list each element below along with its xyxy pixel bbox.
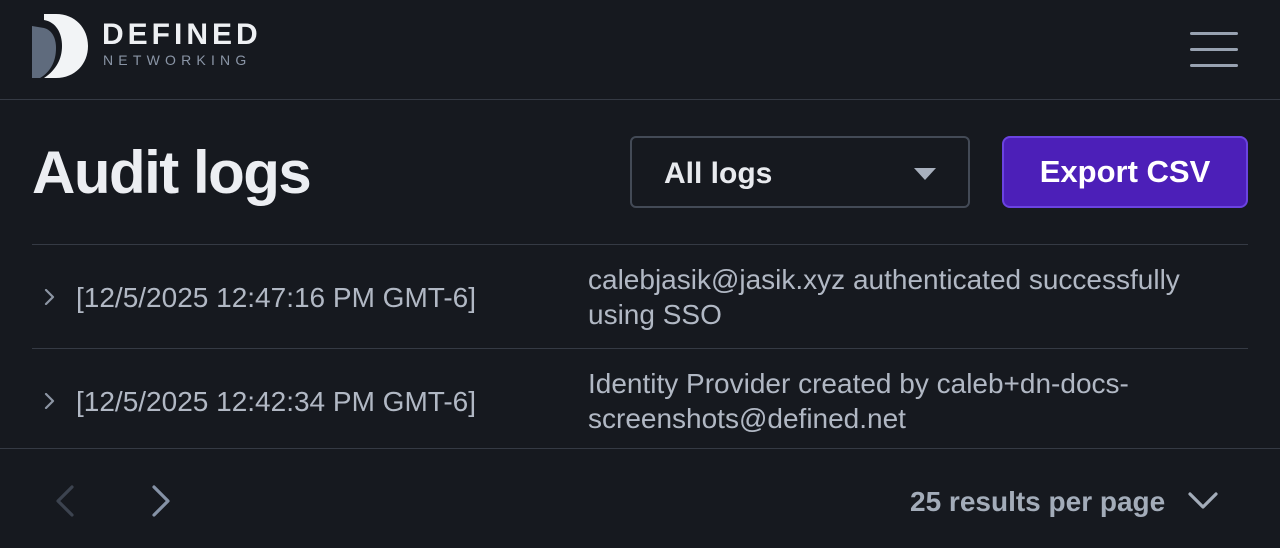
log-message: Identity Provider created by caleb+dn-do… [588,368,1129,434]
log-row[interactable]: [12/5/2025 12:47:16 PM GMT-6] calebjasik… [32,245,1248,349]
audit-log-list: [12/5/2025 12:47:16 PM GMT-6] calebjasik… [32,244,1248,453]
log-row[interactable]: [12/5/2025 12:42:34 PM GMT-6] Identity P… [32,349,1248,453]
brand-subname: NETWORKING [103,52,252,68]
log-timestamp: [12/5/2025 12:47:16 PM GMT-6] [76,282,477,313]
hamburger-menu-icon[interactable] [1186,28,1242,70]
chevron-left-icon[interactable] [50,481,82,521]
pagination-bar: 25 results per page [0,448,1280,548]
caret-down-icon [914,168,936,180]
expand-chevron-icon[interactable] [42,289,58,305]
expand-chevron-icon[interactable] [42,393,58,409]
export-csv-button[interactable]: Export CSV [1002,136,1248,208]
log-filter-value: All logs [664,157,773,190]
log-filter-select[interactable]: All logs [630,136,970,208]
defined-logo-mark-icon [32,14,88,78]
chevron-right-icon[interactable] [144,481,176,521]
log-timestamp: [12/5/2025 12:42:34 PM GMT-6] [76,386,477,417]
defined-networking-logo[interactable]: DEFINED NETWORKING [32,14,292,78]
chevron-down-icon [1188,492,1218,509]
brand-name: DEFINED [102,18,262,51]
log-message: calebjasik@jasik.xyz authenticated succe… [588,264,1180,330]
top-navigation-bar: DEFINED NETWORKING [0,0,1280,100]
page-title: Audit logs [32,139,312,206]
results-per-page-label: 25 results per page [910,486,1166,517]
